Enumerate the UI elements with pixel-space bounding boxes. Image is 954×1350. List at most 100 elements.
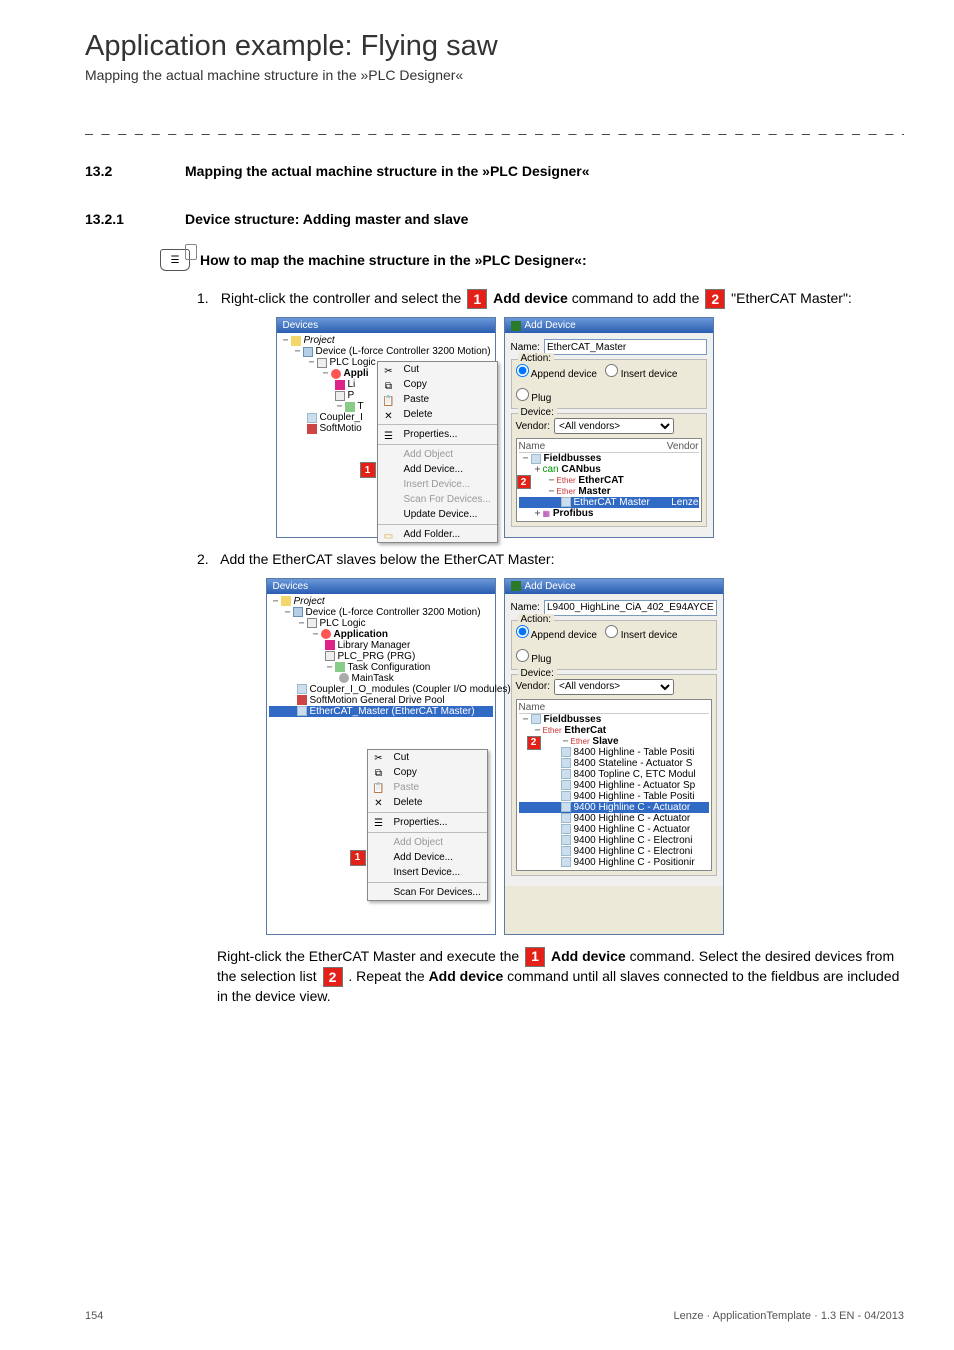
ctx-cut[interactable]: ✂Cut (378, 362, 497, 377)
ctx-delete[interactable]: ✕Delete (378, 407, 497, 422)
slave-row-8[interactable]: 9400 Highline C - Electroni (519, 835, 709, 846)
canbus-label: CANbus (561, 464, 600, 475)
ctx2-cut[interactable]: ✂Cut (368, 750, 487, 765)
name-input[interactable] (544, 339, 707, 355)
name-input-2[interactable] (544, 600, 717, 616)
slave-row-4-label: 9400 Highline - Table Positi (574, 791, 695, 802)
tree-device[interactable]: −Device (L-force Controller 3200 Motion) (279, 346, 493, 357)
ctx-properties[interactable]: ☰Properties... (378, 427, 497, 442)
ctx-add-device[interactable]: 1 Add Device... (378, 462, 497, 477)
tree2-device[interactable]: −Device (L-force Controller 3200 Motion) (269, 607, 493, 618)
tree2-coupler-label: Coupler_I_O_modules (Coupler I/O modules… (310, 684, 511, 695)
tree-fieldbusses[interactable]: −Fieldbusses (519, 453, 699, 464)
ctx-copy[interactable]: ⧉Copy (378, 377, 497, 392)
tree-ethercat[interactable]: 2 −Ether EtherCAT (519, 475, 699, 486)
ctx-scan-devices-label: Scan For Devices... (404, 494, 491, 505)
ctx2-copy[interactable]: ⧉Copy (368, 765, 487, 780)
page-subtitle: Mapping the actual machine structure in … (85, 67, 904, 83)
append-radio[interactable]: Append device (516, 364, 597, 380)
fieldbusses-label-2: Fieldbusses (544, 714, 602, 725)
step-3-cmd2: Add device (429, 968, 504, 984)
step-2-num: 2. (197, 550, 217, 570)
slave-row-3[interactable]: 9400 Highline - Actuator Sp (519, 780, 709, 791)
slave-row-2[interactable]: 8400 Topline C, ETC Modul (519, 769, 709, 780)
tree2-taskcfg[interactable]: −Task Configuration (269, 662, 493, 673)
slave-row-7[interactable]: 9400 Highline C - Actuator (519, 824, 709, 835)
tree-appli-label: Appli (344, 368, 369, 379)
step-1-text-a: Right-click the controller and select th… (221, 290, 465, 306)
append-radio-2[interactable]: Append device (516, 625, 597, 641)
tree-softmotion-label: SoftMotio (320, 423, 362, 434)
append-label: Append device (531, 369, 597, 380)
vendor-select[interactable]: <All vendors> (554, 418, 674, 434)
devices-pane-title-2: Devices (267, 579, 495, 594)
ctx2-marker-1: 1 (350, 850, 366, 866)
tree2-ecm-label: EtherCAT_Master (EtherCAT Master) (310, 706, 475, 717)
ctx-paste[interactable]: 📋Paste (378, 392, 497, 407)
insert-radio[interactable]: Insert device (605, 364, 677, 380)
slave-row-1[interactable]: 8400 Stateline - Actuator S (519, 758, 709, 769)
tree-project-label: Project (304, 335, 335, 346)
step-1-text-b: command to add the (572, 290, 704, 306)
tree-t-label: T (358, 401, 364, 412)
tree2d-marker-2: 2 (527, 736, 541, 750)
ctx-insert-device-label: Insert Device... (404, 479, 471, 490)
step-3-cmd1: Add device (551, 948, 626, 964)
dialog-icon-2 (511, 581, 521, 591)
ctx2-insert-device-label: Insert Device... (394, 867, 461, 878)
tree2-plclogic[interactable]: −PLC Logic (269, 618, 493, 629)
plug-label: Plug (531, 393, 551, 404)
ctx2-add-device[interactable]: 1 Add Device... (368, 850, 487, 865)
ctx2-insert-device[interactable]: Insert Device... (368, 865, 487, 880)
tree2-project[interactable]: −Project (269, 596, 493, 607)
slave-row-5[interactable]: 9400 Highline C - Actuator (519, 802, 709, 813)
ctx-cut-label: Cut (404, 364, 420, 375)
slave-row-4[interactable]: 9400 Highline - Table Positi (519, 791, 709, 802)
tree-ecm-row[interactable]: EtherCAT MasterLenze (519, 497, 699, 508)
tree-plclogic-label: PLC Logic (330, 357, 376, 368)
insert-radio-2[interactable]: Insert device (605, 625, 677, 641)
tree-project[interactable]: −Project (279, 335, 493, 346)
slave-row-10[interactable]: 9400 Highline C - Positionir (519, 857, 709, 868)
tree-device-label: Device (L-force Controller 3200 Motion) (316, 346, 491, 357)
plug-radio-2[interactable]: Plug (516, 649, 552, 665)
step-2-text: Add the EtherCAT slaves below the EtherC… (220, 551, 554, 567)
ctx2-scan-devices[interactable]: Scan For Devices... (368, 885, 487, 900)
tree2-prg[interactable]: PLC_PRG (PRG) (269, 651, 493, 662)
append-label-2: Append device (531, 630, 597, 641)
vendor-label: Vendor: (516, 421, 550, 432)
dialog-title: Add Device (525, 320, 576, 331)
tree-master[interactable]: −Ether Master (519, 486, 699, 497)
ctx2-properties[interactable]: ☰Properties... (368, 815, 487, 830)
tree2-application[interactable]: −Application (269, 629, 493, 640)
step-1-cmd: Add device (493, 290, 568, 306)
tree2d-fieldbusses[interactable]: −Fieldbusses (519, 714, 709, 725)
ctx-paste-label: Paste (404, 394, 430, 405)
tree2-plclogic-label: PLC Logic (320, 618, 366, 629)
tree-canbus[interactable]: +can CANbus (519, 464, 699, 475)
plug-radio[interactable]: Plug (516, 388, 552, 404)
tree2-ecm[interactable]: EtherCAT_Master (EtherCAT Master) (269, 706, 493, 717)
devices-pane-title: Devices (277, 318, 495, 333)
ctx-add-folder[interactable]: ▭Add Folder... (378, 527, 497, 542)
slave-row-9[interactable]: 9400 Highline C - Electroni (519, 846, 709, 857)
slave-row-6[interactable]: 9400 Highline C - Actuator (519, 813, 709, 824)
ctx2-delete-label: Delete (394, 797, 423, 808)
ecm-row-label: EtherCAT Master (574, 497, 672, 508)
tree2-maintask[interactable]: MainTask (269, 673, 493, 684)
slave-row-0[interactable]: 8400 Highline - Table Positi (519, 747, 709, 758)
tree2d-ethercat[interactable]: −Ether EtherCat (519, 725, 709, 736)
ctx-add-object-label: Add Object (404, 449, 453, 460)
tree2d-slave[interactable]: 2 −Ether Slave (519, 736, 709, 747)
ctx-update-device[interactable]: Update Device... (378, 507, 497, 522)
context-menu-2: ✂Cut ⧉Copy 📋Paste ✕Delete ☰Properties...… (367, 749, 488, 901)
tree2-sm[interactable]: SoftMotion General Drive Pool (269, 695, 493, 706)
tree-profibus[interactable]: +▦ Profibus (519, 508, 699, 519)
subsection-heading: Device structure: Adding master and slav… (185, 211, 468, 227)
section-number: 13.2 (85, 163, 145, 179)
ctx2-delete[interactable]: ✕Delete (368, 795, 487, 810)
vendor-select-2[interactable]: <All vendors> (554, 679, 674, 695)
tree2-coupler[interactable]: Coupler_I_O_modules (Coupler I/O modules… (269, 684, 493, 695)
tree2-lib[interactable]: Library Manager (269, 640, 493, 651)
marker-2: 2 (705, 289, 725, 309)
